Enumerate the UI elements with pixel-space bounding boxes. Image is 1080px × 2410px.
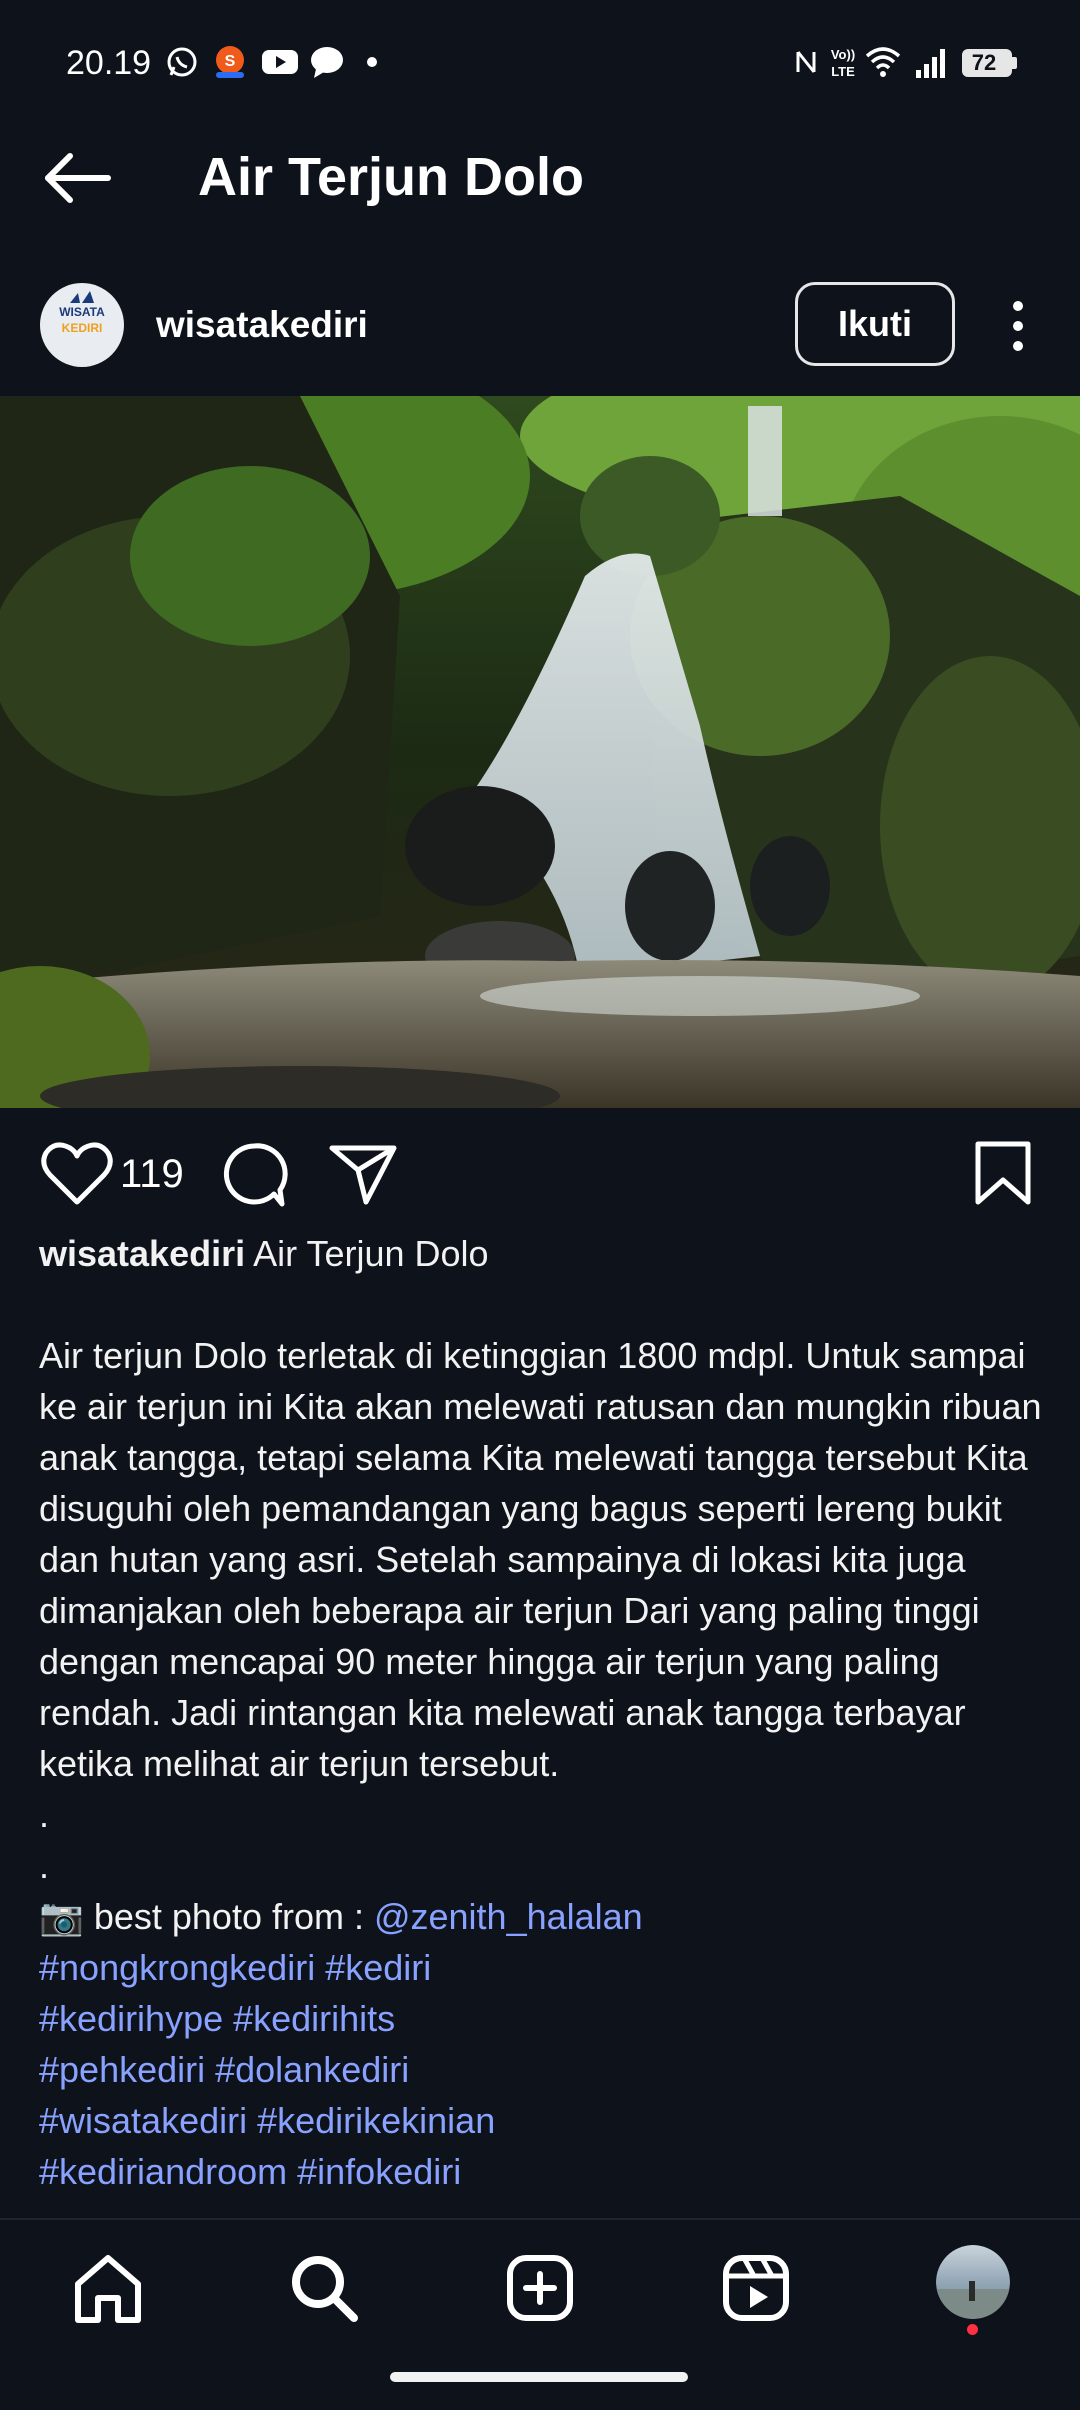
hashtag-line[interactable]: #wisatakediri #kedirikekinian [39, 2095, 1049, 2146]
wifi-icon [865, 47, 901, 77]
hashtag-line[interactable]: #kediriandroom #infokediri [39, 2146, 1049, 2197]
account-avatar[interactable]: WISATA KEDIRI [40, 283, 124, 367]
signal-icon [916, 49, 945, 78]
volte-icon: Vo)) LTE [831, 47, 855, 79]
caption-dot: . [39, 1794, 50, 1835]
create-post-icon[interactable] [500, 2248, 580, 2328]
hashtag-line[interactable]: #kedirihype #kedirihits [39, 1993, 1049, 2044]
youtube-icon [262, 50, 298, 74]
avatar-logo-text: WISATA [59, 305, 105, 319]
svg-text:Vo)): Vo)) [831, 47, 855, 62]
caption-dot: . [39, 1845, 50, 1886]
comment-icon[interactable] [218, 1140, 290, 1210]
photo-credit-line: 📷 best photo from : @zenith_halalan [39, 1891, 1049, 1942]
photo-credit-mention[interactable]: @zenith_halalan [374, 1896, 643, 1937]
photo-credit-prefix: 📷 best photo from : [39, 1896, 374, 1937]
back-arrow-icon[interactable] [34, 148, 122, 208]
hashtag-line[interactable]: #nongkrongkediri #kediri [39, 1942, 1049, 1993]
avatar-logo-subtext: KEDIRI [61, 321, 103, 335]
bookmark-icon[interactable] [972, 1140, 1034, 1206]
share-send-icon[interactable] [328, 1140, 398, 1206]
battery-tip [1012, 57, 1017, 69]
page-title: Air Terjun Dolo [198, 147, 584, 207]
hashtag-line[interactable]: #pehkediri #dolankediri [39, 2044, 1049, 2095]
like-count[interactable]: 119 [120, 1152, 184, 1197]
like-heart-icon[interactable] [40, 1140, 114, 1208]
svg-text:LTE: LTE [831, 64, 855, 79]
battery-icon: 72 [962, 49, 1012, 77]
whatsapp-icon [167, 47, 197, 77]
shopee-icon: S [216, 46, 244, 78]
caption-username[interactable]: wisatakediri [39, 1233, 245, 1274]
account-username[interactable]: wisatakediri [156, 304, 368, 346]
messenger-icon [311, 47, 343, 78]
follow-button[interactable]: Ikuti [795, 282, 955, 366]
home-icon[interactable] [68, 2248, 148, 2328]
caption-body: Air terjun Dolo terletak di ketinggian 1… [39, 1335, 1042, 1784]
svg-text:S: S [225, 53, 236, 70]
post-photo[interactable] [0, 396, 1080, 1108]
battery-level: 72 [971, 50, 997, 75]
dot-icon [367, 57, 377, 67]
caption-title-line: wisatakediri Air Terjun Dolo [39, 1228, 1049, 1279]
caption-title: Air Terjun Dolo [253, 1233, 489, 1274]
more-options-icon[interactable] [1000, 296, 1036, 356]
notification-dot [967, 2324, 978, 2335]
search-icon[interactable] [284, 2248, 364, 2328]
home-indicator[interactable] [390, 2372, 688, 2382]
profile-avatar[interactable] [936, 2245, 1010, 2319]
nfc-icon [796, 51, 816, 73]
status-bar: 20.19 S Vo)) LTE 72 [0, 0, 1080, 128]
reels-icon[interactable] [716, 2248, 796, 2328]
status-time: 20.19 [66, 44, 152, 82]
post-caption: wisatakediri Air Terjun Dolo Air terjun … [39, 1228, 1049, 2197]
